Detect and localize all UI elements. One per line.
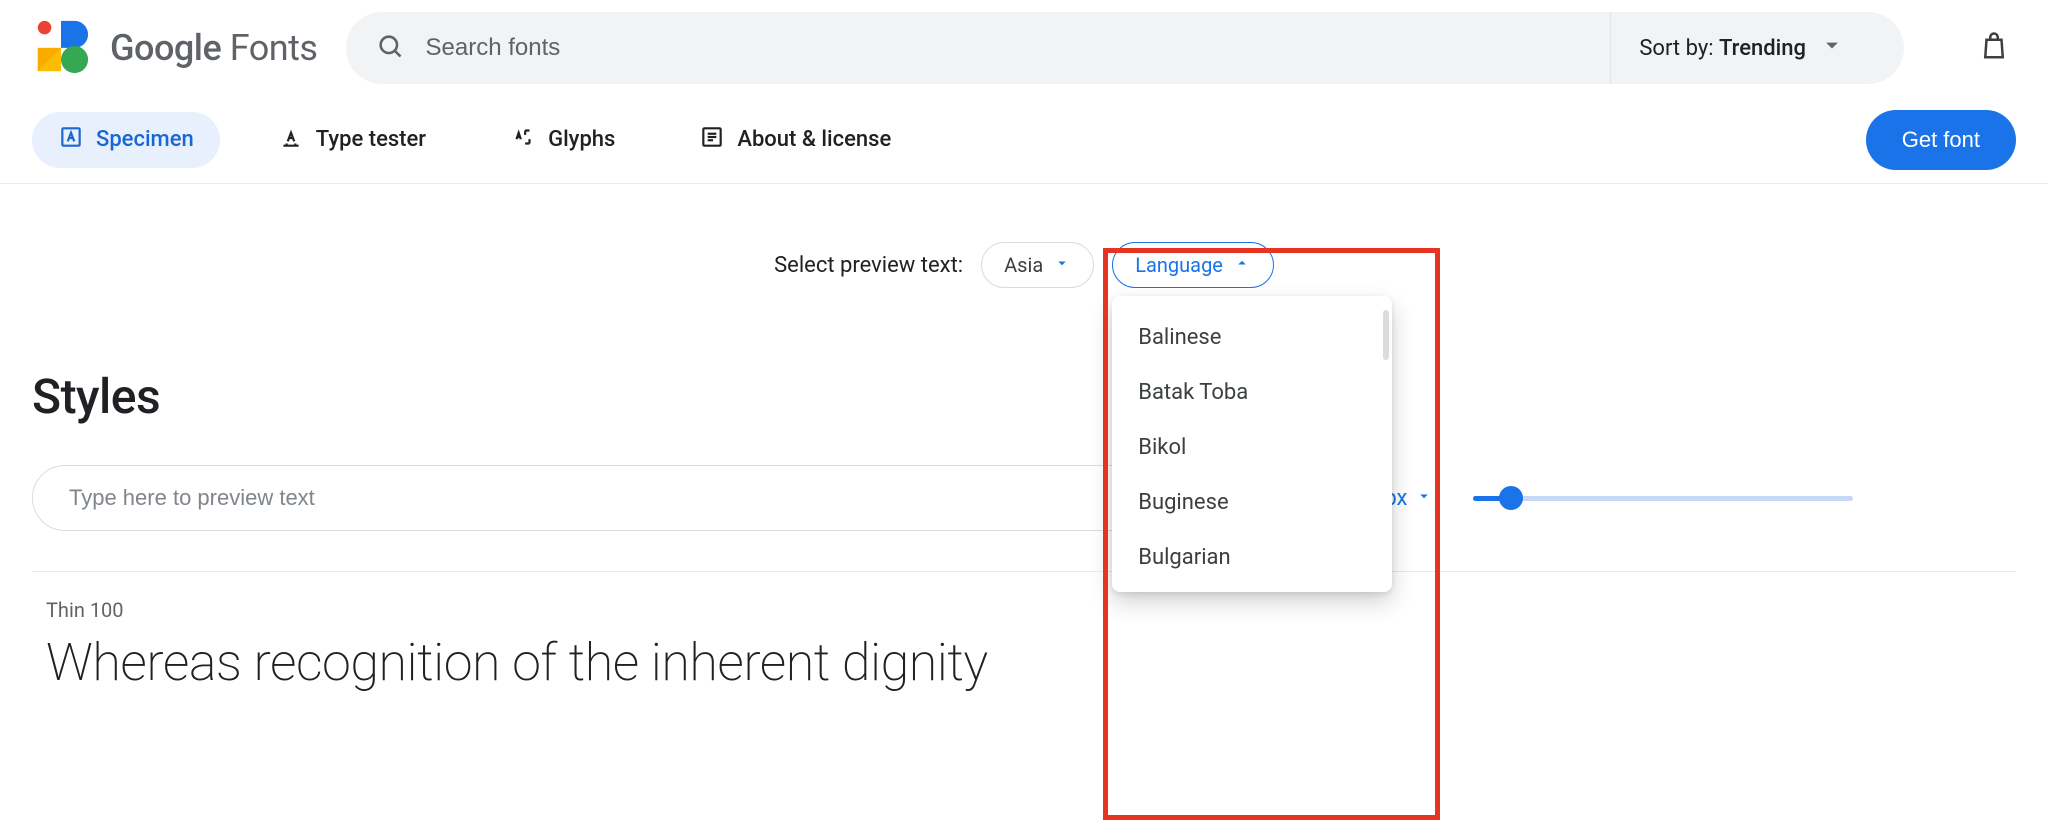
tab-label: Specimen xyxy=(96,127,194,152)
chevron-down-icon xyxy=(1415,486,1433,511)
glyphs-icon xyxy=(510,124,536,156)
language-option[interactable]: Bikol xyxy=(1112,420,1392,475)
type-tester-icon xyxy=(278,124,304,156)
shopping-bag-button[interactable] xyxy=(1972,26,2016,70)
tab-label: Type tester xyxy=(316,127,426,152)
chevron-up-icon xyxy=(1233,253,1251,277)
language-chip[interactable]: Language xyxy=(1112,242,1274,288)
style-sample-text: Whereas recognition of the inherent dign… xyxy=(46,632,2016,693)
tab-label: About & license xyxy=(737,127,891,152)
logo-mark-icon xyxy=(32,17,90,79)
get-font-button[interactable]: Get font xyxy=(1866,110,2016,170)
language-dropdown: Balinese Batak Toba Bikol Buginese Bulga… xyxy=(1112,296,1392,592)
style-weight-label: Thin 100 xyxy=(46,598,2016,622)
scrollbar-thumb[interactable] xyxy=(1383,310,1389,360)
brand-logo[interactable]: Google Fonts xyxy=(32,17,318,79)
chevron-down-icon xyxy=(1053,253,1071,277)
slider-track xyxy=(1473,496,1853,501)
styles-heading: Styles xyxy=(32,368,2016,425)
language-option[interactable]: Balinese xyxy=(1112,310,1392,365)
chip-label: Asia xyxy=(1004,253,1043,277)
language-option[interactable]: Batak Toba xyxy=(1112,365,1392,420)
font-size-slider[interactable] xyxy=(1473,478,1853,518)
search-bar[interactable]: Sort by: Trending xyxy=(346,12,1905,84)
tab-glyphs[interactable]: Glyphs xyxy=(484,112,641,168)
tab-type-tester[interactable]: Type tester xyxy=(252,112,452,168)
sort-label: Sort by: Trending xyxy=(1639,36,1806,61)
chip-label: Language xyxy=(1135,253,1223,277)
language-option[interactable]: Buginese xyxy=(1112,475,1392,530)
brand-text: Google Fonts xyxy=(110,27,318,69)
about-icon xyxy=(699,124,725,156)
region-chip[interactable]: Asia xyxy=(981,242,1094,288)
tab-label: Glyphs xyxy=(548,127,615,152)
tab-specimen[interactable]: Specimen xyxy=(32,112,220,168)
sort-dropdown[interactable]: Sort by: Trending xyxy=(1610,12,1874,84)
specimen-icon xyxy=(58,124,84,156)
chevron-down-icon xyxy=(1818,31,1846,65)
slider-thumb[interactable] xyxy=(1499,486,1523,510)
search-icon xyxy=(376,32,404,64)
shopping-bag-icon xyxy=(1979,31,2009,65)
search-input[interactable] xyxy=(424,33,1635,63)
tab-about[interactable]: About & license xyxy=(673,112,917,168)
preview-text-label: Select preview text: xyxy=(774,253,963,278)
language-option[interactable]: Bulgarian xyxy=(1112,530,1392,578)
